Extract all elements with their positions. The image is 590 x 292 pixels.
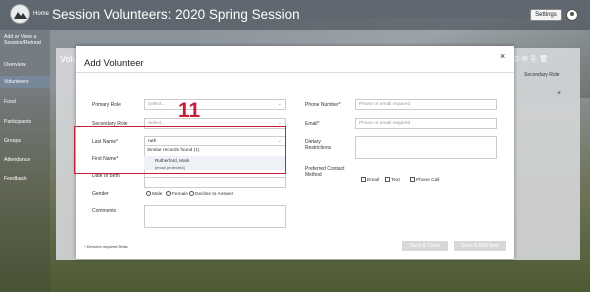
required-fields-note: * Denotes required fields <box>84 244 128 249</box>
step-number: 11 <box>178 99 201 122</box>
settings-button[interactable]: Settings <box>530 9 562 21</box>
volunteers-card-title: Volu <box>60 54 78 64</box>
card-toolbar-icons[interactable]: ⊡✉⎘🗑 <box>513 55 551 64</box>
primary-role-select[interactable]: Select... ⌄ <box>144 99 286 110</box>
save-add-new-button[interactable]: Save & Add New <box>454 241 506 251</box>
sidebar-item-attendance[interactable]: Attendance <box>0 155 50 165</box>
sidebar-item-overview[interactable]: Overview <box>0 60 50 70</box>
chevron-down-icon: ⌄ <box>277 101 282 107</box>
comments-textarea[interactable] <box>144 205 286 228</box>
gender-female-label: Female <box>172 192 188 197</box>
gender-decline-radio[interactable]: Decline to Answer <box>189 191 233 197</box>
email-label: Email* <box>305 121 320 127</box>
contact-phone-label: Phone Call <box>416 178 440 183</box>
dietary-textarea[interactable] <box>355 136 497 159</box>
gender-female-radio[interactable]: Female <box>166 191 188 197</box>
dob-input[interactable] <box>144 177 286 188</box>
contact-text-label: Text <box>391 178 400 183</box>
contact-method-label: Preferred Contact Method <box>305 166 345 178</box>
contact-text-checkbox[interactable]: Text <box>385 177 400 183</box>
comments-label: Comments <box>92 208 117 214</box>
phone-input[interactable]: Phone or email required <box>355 99 497 110</box>
contact-email-label: Email <box>367 178 379 183</box>
gender-male-label: Male <box>152 192 163 197</box>
contact-phone-checkbox[interactable]: Phone Call <box>410 177 439 183</box>
sidebar-item-food[interactable]: Food <box>0 97 50 107</box>
email-input[interactable]: Phone or email required <box>355 118 497 129</box>
contact-email-checkbox[interactable]: Email <box>361 177 379 183</box>
sidebar-item-volunteers[interactable]: Volunteers <box>0 76 50 88</box>
page-title: Session Volunteers: 2020 Spring Session <box>52 7 300 22</box>
modal-divider <box>76 72 514 73</box>
phone-label: Phone Number* <box>305 102 341 108</box>
dietary-label: Dietary Restrictions <box>305 139 332 151</box>
sidebar-item-feedback[interactable]: Feedback <box>0 174 50 184</box>
step-highlight-box <box>74 126 286 174</box>
home-link[interactable]: Home <box>33 11 49 17</box>
phone-placeholder: Phone or email required <box>359 102 411 107</box>
user-account-icon[interactable] <box>566 9 578 21</box>
column-header-secondary-role[interactable]: Secondary Role <box>524 72 564 78</box>
gender-male-radio[interactable]: Male <box>146 191 162 197</box>
email-placeholder: Phone or email required <box>359 121 411 126</box>
close-icon[interactable]: × <box>500 51 505 61</box>
primary-role-label: Primary Role <box>92 102 121 108</box>
gender-decline-label: Decline to Answer <box>195 192 234 197</box>
sidebar-item-groups[interactable]: Groups <box>0 136 50 146</box>
home-logo-icon[interactable] <box>10 4 30 24</box>
modal-title: Add Volunteer <box>84 58 144 69</box>
primary-role-placeholder: Select... <box>148 102 166 107</box>
save-close-button[interactable]: Save & Close <box>402 241 448 251</box>
add-row-icon[interactable]: + <box>557 90 561 97</box>
sidebar-item-add-session[interactable]: Add or View a Session/Retreat <box>0 34 50 46</box>
gender-label: Gender <box>92 191 109 197</box>
sidebar-item-participants[interactable]: Participants <box>0 117 50 127</box>
